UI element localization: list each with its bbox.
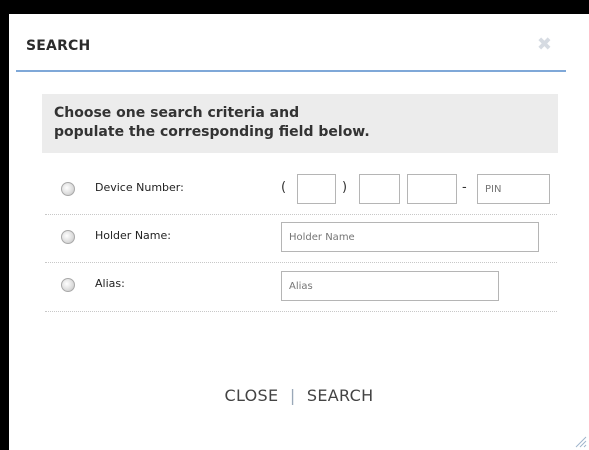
pin-input[interactable] xyxy=(477,174,550,204)
holder-name-input[interactable] xyxy=(281,222,539,252)
instructions-line-2: populate the corresponding field below. xyxy=(54,124,370,140)
holder-name-label: Holder Name: xyxy=(95,229,171,242)
actions-separator: | xyxy=(289,386,296,405)
alias-radio[interactable] xyxy=(61,278,75,292)
close-paren: ) xyxy=(342,180,348,195)
resize-grip-icon[interactable] xyxy=(573,434,587,448)
dash-separator: - xyxy=(462,180,467,195)
search-button[interactable]: SEARCH xyxy=(307,386,374,405)
line-number-input[interactable] xyxy=(407,174,457,204)
holder-name-row: Holder Name: xyxy=(45,215,557,263)
holder-name-radio[interactable] xyxy=(61,230,75,244)
device-number-row: Device Number: ( ) - xyxy=(45,167,557,215)
search-dialog: SEARCH ✖ Choose one search criteria and … xyxy=(9,14,589,450)
prefix-input[interactable] xyxy=(359,174,400,204)
alias-label: Alias: xyxy=(95,277,125,290)
dialog-title-bar: SEARCH ✖ xyxy=(16,14,566,72)
area-code-input[interactable] xyxy=(297,174,336,204)
device-number-label: Device Number: xyxy=(95,181,184,194)
close-icon[interactable]: ✖ xyxy=(537,34,552,55)
device-number-radio[interactable] xyxy=(61,182,75,196)
instructions-line-1: Choose one search criteria and xyxy=(54,105,300,121)
alias-input[interactable] xyxy=(281,271,499,301)
instructions-box: Choose one search criteria and populate … xyxy=(42,94,558,153)
close-button[interactable]: CLOSE xyxy=(225,386,279,405)
alias-row: Alias: xyxy=(45,263,557,312)
dialog-title: SEARCH xyxy=(26,38,91,54)
open-paren: ( xyxy=(281,180,287,195)
dialog-actions: CLOSE | SEARCH xyxy=(9,386,589,405)
